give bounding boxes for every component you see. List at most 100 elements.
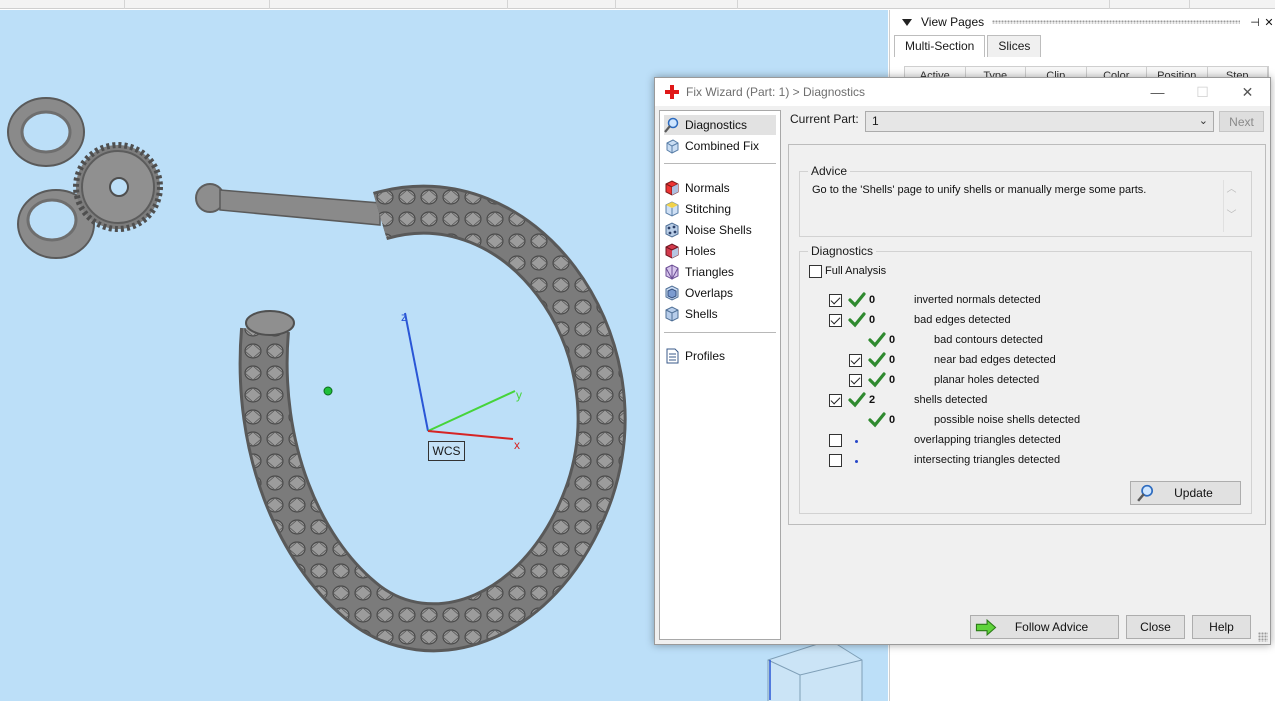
nav-label: Combined Fix [685, 139, 760, 153]
nav-item-noise-shells[interactable]: Noise Shells [664, 220, 776, 240]
nav-label: Noise Shells [685, 223, 752, 237]
check-ok-icon [868, 332, 886, 348]
near-bad-edges-label: near bad edges detected [934, 354, 1056, 366]
advice-scrollbar[interactable]: ︿ ﹀ [1223, 180, 1239, 232]
tab-multi-section[interactable]: Multi-Section [894, 35, 986, 57]
noise-shells-icon [665, 222, 679, 238]
pivot-point [323, 386, 333, 396]
follow-advice-button[interactable]: Follow Advice [970, 615, 1119, 639]
check-ok-icon [848, 292, 866, 308]
toolbar-section-edit[interactable] [270, 0, 508, 9]
toolbar-section-structures[interactable] [738, 0, 1110, 9]
hoop-earring-model [195, 183, 627, 653]
view-pages-tabs: Multi-Section Slices [894, 35, 1043, 57]
close-panel-icon[interactable]: ✕ [1262, 16, 1275, 29]
near-bad-edges-count: 0 [889, 354, 896, 366]
nav-item-shells[interactable]: Shells [664, 304, 776, 324]
shells-checkbox[interactable] [829, 394, 842, 407]
inverted-normals-checkbox[interactable] [829, 294, 842, 307]
maximize-button[interactable]: ☐ [1180, 78, 1225, 106]
overlapping-triangles-checkbox[interactable] [829, 434, 842, 447]
earring-back-model [7, 97, 163, 259]
nav-item-holes[interactable]: Holes [664, 241, 776, 261]
check-ok-icon [868, 412, 886, 428]
stitching-icon [665, 201, 679, 217]
advice-text: Go to the 'Shells' page to unify shells … [812, 184, 1147, 196]
not-checked-dot-icon [855, 460, 858, 463]
nav-item-diagnostics[interactable]: Diagnostics [664, 115, 776, 135]
planar-holes-checkbox[interactable] [849, 374, 862, 387]
next-button[interactable]: Next [1219, 111, 1264, 132]
not-checked-dot-icon [855, 440, 858, 443]
document-icon [666, 348, 679, 364]
overlaps-icon [665, 285, 679, 301]
update-button[interactable]: Update [1130, 481, 1241, 505]
nav-label: Normals [685, 181, 730, 195]
nav-label: Holes [685, 244, 716, 258]
fix-wizard-dialog: Fix Wizard (Part: 1) > Diagnostics — ☐ ✕… [654, 77, 1271, 645]
normals-cube-icon [665, 180, 679, 196]
current-part-select[interactable]: 1 ⌄ [865, 111, 1214, 132]
intersecting-triangles-label: intersecting triangles detected [914, 454, 1061, 466]
view-pages-title: View Pages [921, 15, 985, 29]
nav-item-triangles[interactable]: Triangles [664, 262, 776, 282]
resize-grip[interactable] [1258, 632, 1268, 642]
noise-shells-count: 0 [889, 414, 896, 426]
magnifier-icon [664, 117, 679, 133]
close-window-button[interactable]: ✕ [1225, 78, 1270, 106]
bad-edges-count: 0 [869, 314, 876, 326]
intersecting-triangles-checkbox[interactable] [829, 454, 842, 467]
toolbar-section-generate[interactable] [616, 0, 738, 9]
nav-label: Triangles [685, 265, 734, 279]
nav-divider [664, 332, 776, 333]
bad-edges-checkbox[interactable] [829, 314, 842, 327]
update-label: Update [1174, 486, 1213, 500]
bad-edges-label: bad edges detected [914, 314, 1011, 326]
nav-label: Overlaps [685, 286, 734, 300]
collapse-triangle-icon[interactable] [902, 18, 912, 26]
dialog-titlebar[interactable]: Fix Wizard (Part: 1) > Diagnostics — ☐ ✕ [655, 78, 1270, 106]
bad-contours-count: 0 [889, 334, 896, 346]
advice-group: Advice [799, 164, 1252, 237]
top-toolbar [0, 0, 1275, 9]
nav-label: Diagnostics [685, 118, 748, 132]
check-ok-icon [868, 372, 886, 388]
green-arrow-icon [975, 619, 997, 636]
minimize-button[interactable]: — [1135, 78, 1180, 106]
toolbar-section-position[interactable] [125, 0, 270, 9]
wcs-axes [404, 312, 516, 440]
view-cube[interactable] [767, 639, 863, 701]
check-ok-icon [848, 392, 866, 408]
noise-shells-label: possible noise shells detected [934, 414, 1081, 426]
nav-label: Shells [685, 307, 718, 321]
toolbar-section-create[interactable] [0, 0, 125, 9]
near-bad-edges-checkbox[interactable] [849, 354, 862, 367]
inverted-normals-count: 0 [869, 294, 876, 306]
drag-grip[interactable] [992, 20, 1240, 24]
diagnostics-group-label: Diagnostics [808, 244, 877, 258]
axis-y-label: y [516, 388, 522, 402]
nav-item-overlaps[interactable]: Overlaps [664, 283, 776, 303]
nav-item-combined-fix[interactable]: Combined Fix [664, 136, 776, 156]
nav-divider [664, 163, 776, 164]
cube-icon [666, 139, 679, 154]
pin-icon[interactable]: ⊣ [1248, 16, 1262, 29]
full-analysis-checkbox[interactable] [809, 265, 822, 278]
nav-item-profiles[interactable]: Profiles [664, 346, 776, 366]
toolbar-section-merge[interactable] [508, 0, 616, 9]
tab-slices[interactable]: Slices [987, 35, 1042, 57]
current-part-label: Current Part: [790, 112, 859, 126]
check-ok-icon [848, 312, 866, 328]
follow-advice-label: Follow Advice [1014, 620, 1089, 634]
nav-label: Profiles [685, 349, 726, 363]
planar-holes-label: planar holes detected [934, 374, 1040, 386]
nav-label: Stitching [685, 202, 732, 216]
planar-holes-count: 0 [889, 374, 896, 386]
close-button[interactable]: Close [1126, 615, 1185, 639]
nav-item-normals[interactable]: Normals [664, 178, 776, 198]
help-button[interactable]: Help [1192, 615, 1251, 639]
nav-item-stitching[interactable]: Stitching [664, 199, 776, 219]
triangles-icon [665, 264, 679, 280]
toolbar-section-fit-zoom[interactable] [1110, 0, 1190, 9]
shells-label: shells detected [914, 394, 988, 406]
